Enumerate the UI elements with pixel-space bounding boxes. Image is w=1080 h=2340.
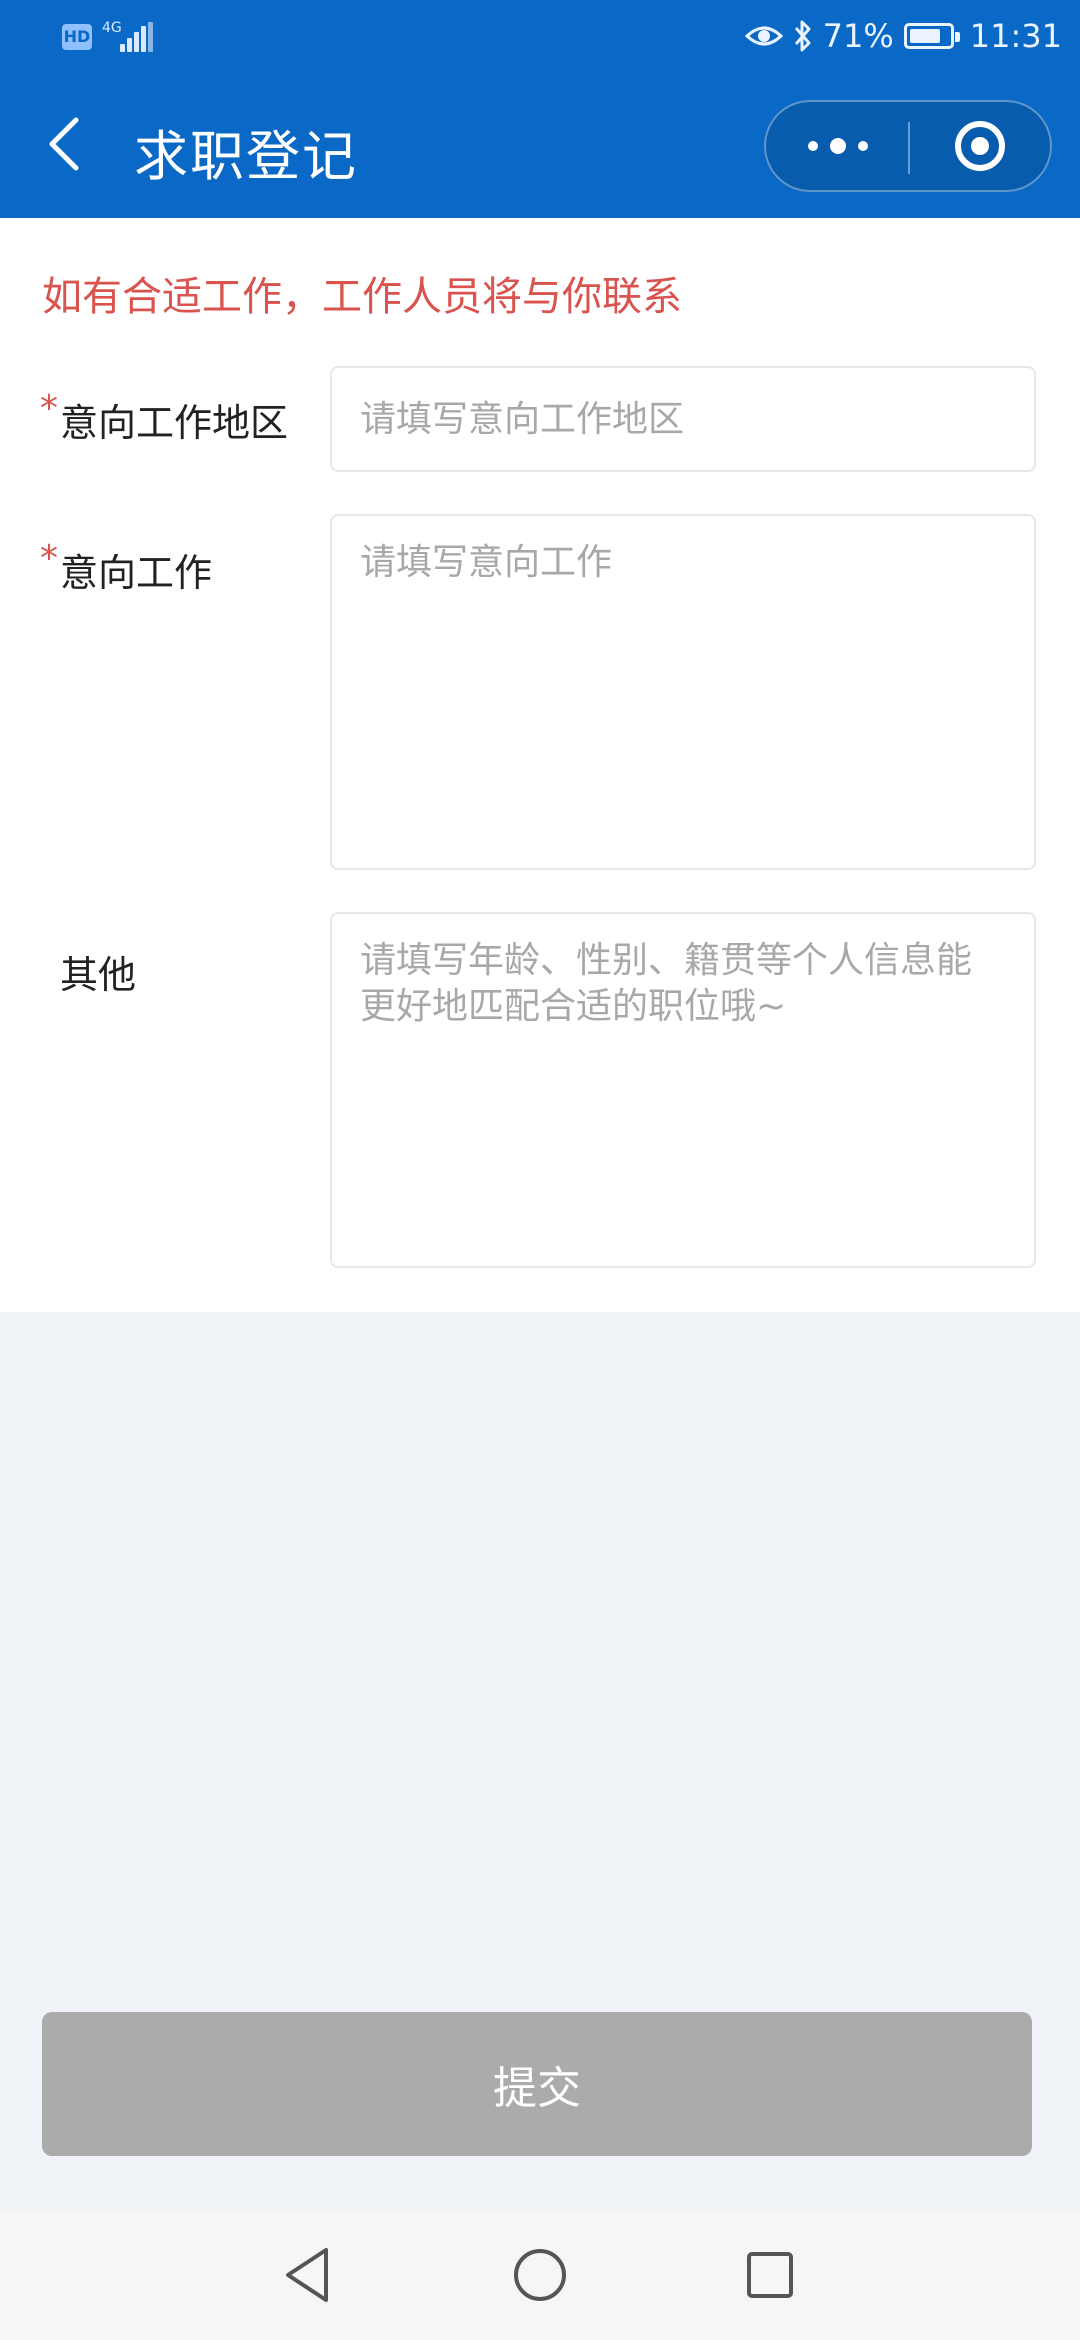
battery-icon — [903, 23, 960, 49]
back-chevron-icon — [49, 117, 79, 171]
form-row-other: 其他 — [0, 912, 1080, 1270]
back-button[interactable] — [40, 108, 100, 180]
nav-bar: 求职登记 — [0, 72, 1080, 218]
system-back-button[interactable] — [272, 2240, 342, 2310]
page-title: 求职登记 — [134, 125, 358, 188]
job-form: 如有合适工作，工作人员将与你联系 * 意向工作地区 * 意向工作 其他 — [0, 218, 1080, 1312]
required-mark: * — [40, 388, 58, 429]
status-bar: HD 4G 71% 11:31 — [0, 0, 1080, 72]
required-mark: * — [40, 538, 58, 579]
more-button[interactable] — [766, 102, 908, 190]
recents-square-icon — [747, 2252, 793, 2298]
battery-percent: 71% — [822, 17, 894, 55]
capsule-divider — [908, 122, 910, 174]
close-target-icon — [955, 121, 1005, 171]
network-type: 4G — [102, 20, 122, 36]
bluetooth-icon — [794, 20, 811, 52]
contact-notice: 如有合适工作，工作人员将与你联系 — [42, 274, 682, 320]
job-label: 意向工作 — [60, 551, 213, 595]
menu-capsule — [764, 100, 1052, 192]
other-textarea[interactable] — [330, 912, 1036, 1268]
system-recents-button[interactable] — [735, 2240, 805, 2310]
submit-button[interactable]: 提交 — [42, 2012, 1032, 2156]
screen: HD 4G 71% 11:31 求职登记 如有合适工作，工作人员将与你联系 * … — [0, 0, 1080, 2340]
other-label: 其他 — [60, 953, 137, 997]
system-home-button[interactable] — [505, 2240, 575, 2310]
back-triangle-icon — [286, 2248, 328, 2302]
more-dots-icon — [808, 138, 868, 154]
form-row-job: * 意向工作 — [0, 514, 1080, 872]
form-row-region: * 意向工作地区 — [0, 366, 1080, 474]
region-label: 意向工作地区 — [60, 401, 289, 445]
clock-time: 11:31 — [969, 17, 1062, 55]
hd-icon: HD — [62, 24, 92, 50]
eye-icon — [744, 26, 783, 46]
job-textarea[interactable] — [330, 514, 1036, 870]
region-input[interactable] — [330, 366, 1036, 472]
topbar: HD 4G 71% 11:31 求职登记 — [0, 0, 1080, 218]
system-nav-bar — [0, 2210, 1080, 2340]
close-button[interactable] — [912, 102, 1052, 190]
signal-icon — [120, 22, 154, 52]
status-right: 71% 11:31 — [744, 14, 1062, 58]
home-circle-icon — [514, 2249, 566, 2301]
